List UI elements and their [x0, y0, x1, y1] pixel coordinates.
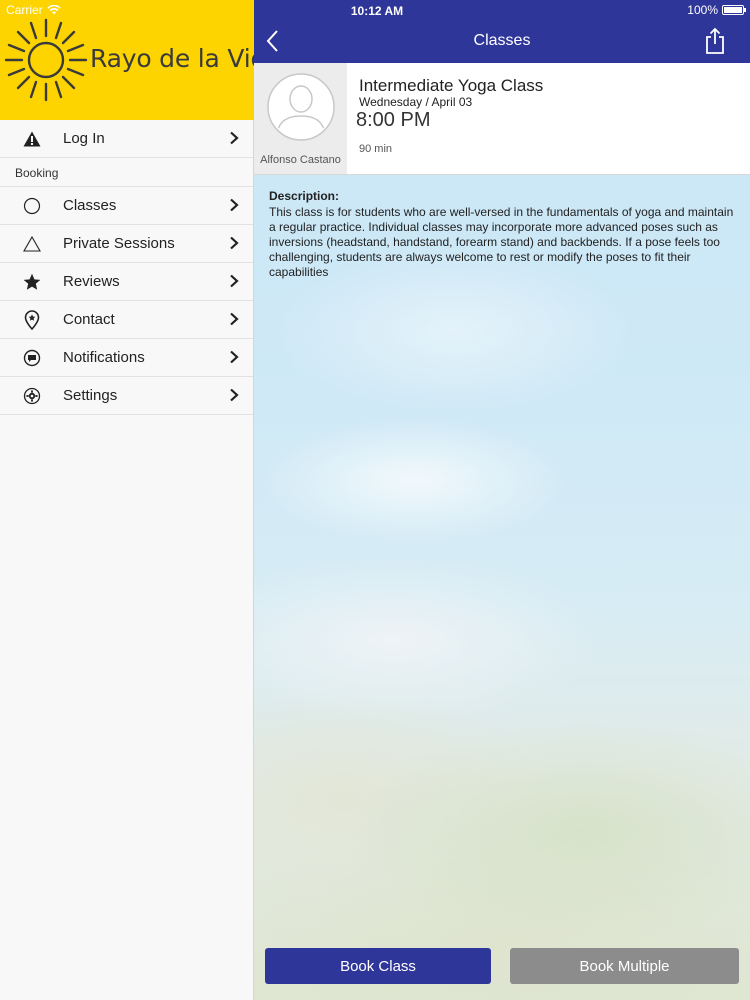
circle-icon — [22, 196, 42, 216]
class-detail-panel: 10:12 AM 100% Classes Alfonso Castano In… — [254, 0, 750, 1000]
carrier-label: Carrier — [6, 3, 43, 17]
sidebar-item-label: Settings — [63, 387, 118, 404]
chevron-right-icon — [230, 198, 239, 212]
sidebar-item-settings[interactable]: Settings — [0, 377, 253, 415]
app-root: Carrier Rayo de la Vida Log In Booking C… — [0, 0, 750, 1000]
avatar-placeholder-icon — [267, 73, 335, 141]
sidebar-item-notifications[interactable]: Notifications — [0, 339, 253, 377]
warning-icon — [22, 129, 42, 149]
sidebar-item-label: Log In — [63, 130, 105, 147]
sidebar-item-classes[interactable]: Classes — [0, 187, 253, 225]
class-date: Wednesday / April 03 — [359, 95, 473, 109]
chevron-right-icon — [230, 131, 239, 145]
chevron-right-icon — [230, 388, 239, 402]
sidebar-menu: Log In Booking Classes Private Sessions … — [0, 120, 253, 415]
sidebar-item-private-sessions[interactable]: Private Sessions — [0, 225, 253, 263]
status-time: 10:12 AM — [350, 4, 404, 18]
gear-icon — [22, 386, 42, 406]
class-time: 8:00 PM — [356, 109, 431, 131]
sidebar-item-contact[interactable]: Contact — [0, 301, 253, 339]
sidebar-item-label: Classes — [63, 197, 117, 214]
sidebar-item-label: Contact — [63, 311, 115, 328]
battery-percent: 100% — [687, 3, 718, 17]
instructor-name: Alfonso Castano — [260, 154, 341, 166]
sidebar-item-login[interactable]: Log In — [0, 120, 253, 158]
section-title: Booking — [15, 166, 59, 180]
navigation-bar: 10:12 AM 100% Classes — [254, 0, 750, 63]
sidebar-item-label: Reviews — [63, 273, 120, 290]
class-card: Alfonso Castano Intermediate Yoga Class … — [254, 63, 750, 175]
sidebar: Carrier Rayo de la Vida Log In Booking C… — [0, 0, 281, 1000]
class-title: Intermediate Yoga Class — [359, 76, 544, 95]
book-multiple-button[interactable]: Book Multiple — [510, 948, 739, 984]
sidebar-item-label: Private Sessions — [63, 235, 175, 252]
chat-bubble-icon — [22, 348, 42, 368]
status-bar-right: 100% — [687, 3, 746, 17]
chevron-right-icon — [230, 236, 239, 250]
brand-name: Rayo de la Vida — [90, 44, 282, 73]
wifi-icon — [47, 5, 61, 15]
section-header-booking: Booking — [0, 158, 253, 187]
triangle-icon — [22, 234, 42, 254]
sidebar-item-reviews[interactable]: Reviews — [0, 263, 253, 301]
sidebar-item-label: Notifications — [63, 349, 145, 366]
instructor-box[interactable]: Alfonso Castano — [254, 63, 347, 174]
sidebar-header: Carrier Rayo de la Vida — [0, 0, 281, 120]
status-bar-left: Carrier — [6, 3, 61, 17]
class-duration: 90 min — [359, 143, 393, 155]
chevron-right-icon — [230, 312, 239, 326]
description-text: This class is for students who are well-… — [269, 205, 734, 279]
sun-logo-icon — [4, 18, 88, 102]
battery-icon — [722, 5, 746, 15]
chevron-right-icon — [230, 274, 239, 288]
book-class-button[interactable]: Book Class — [265, 948, 491, 984]
share-icon[interactable] — [704, 27, 726, 55]
description-label: Description: — [269, 189, 340, 203]
star-icon — [22, 272, 42, 292]
chevron-right-icon — [230, 350, 239, 364]
page-title: Classes — [473, 32, 531, 49]
location-pin-icon — [22, 310, 42, 330]
